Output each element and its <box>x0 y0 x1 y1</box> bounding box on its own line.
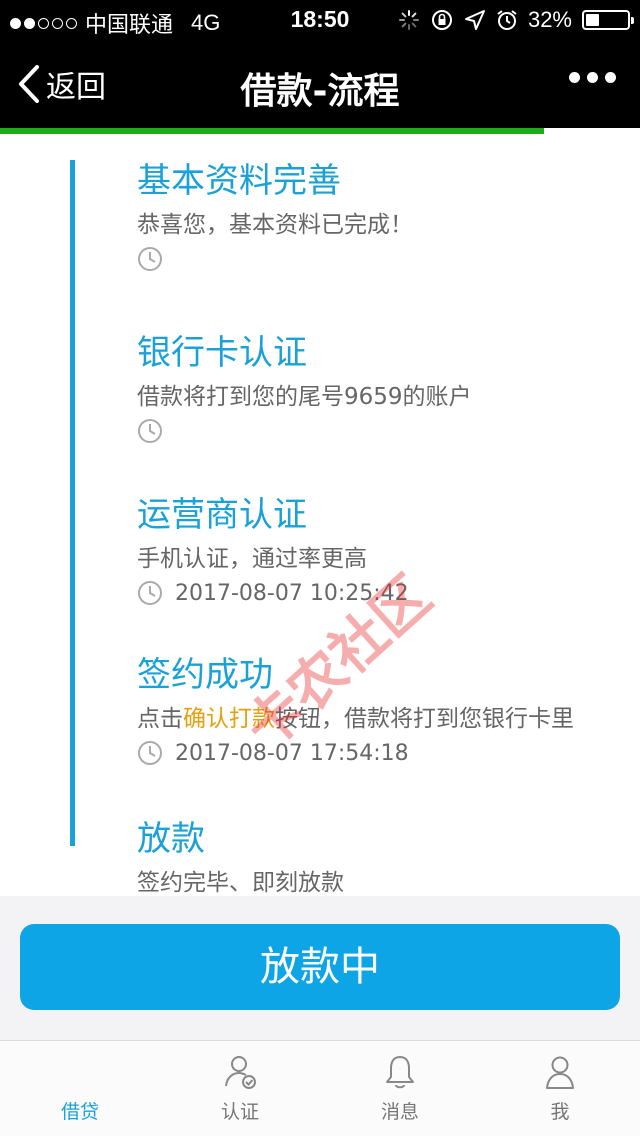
back-button[interactable]: 返回 <box>18 62 106 106</box>
action-area: 放款中 <box>0 896 640 1040</box>
verify-user-icon <box>225 1056 256 1089</box>
step-signed: 签约成功 点击确认打款按钮，借款将打到您银行卡里 2017-08-07 17:5… <box>137 654 617 768</box>
step-time <box>137 416 617 446</box>
step-title: 签约成功 <box>137 655 273 695</box>
bell-icon <box>386 1056 414 1089</box>
navigation-bar: 返回 借款-流程 <box>0 40 640 128</box>
tab-label: 消息 <box>380 1101 419 1123</box>
confirm-payment-link[interactable]: 确认打款 <box>183 706 275 732</box>
step-disbursement: 放款 签约完毕、即刻放款 <box>137 818 617 896</box>
step-timestamp: 2017-08-07 10:25:42 <box>175 580 409 606</box>
clock-icon <box>138 581 162 605</box>
step-description: 借款将打到您的尾号9659的账户 <box>137 384 472 410</box>
back-label: 返回 <box>46 70 106 105</box>
battery-percent: 32% <box>527 7 572 32</box>
timeline-line <box>70 160 75 846</box>
more-dot-icon <box>605 72 616 83</box>
clock-icon <box>138 247 162 271</box>
step-bank-card: 银行卡认证 借款将打到您的尾号9659的账户 <box>137 332 617 446</box>
tab-bar: 借贷 认证 消息 我 <box>0 1040 640 1136</box>
step-timestamp: 2017-08-07 17:54:18 <box>175 740 409 766</box>
battery-icon <box>582 10 634 30</box>
loan-process-timeline[interactable]: 基本资料完善 恭喜您，基本资料已完成！ 银行卡认证 借款将打到您的尾号9659的… <box>0 134 640 896</box>
more-dot-icon <box>569 72 580 83</box>
tab-label: 认证 <box>220 1101 259 1123</box>
step-time: 2017-08-07 17:54:18 <box>137 738 617 768</box>
clock-icon <box>138 741 162 765</box>
status-bar: 中国联通 4G 18:50 32% <box>0 0 640 40</box>
step-time <box>137 244 617 274</box>
step-description: 手机认证，通过率更高 <box>137 546 367 572</box>
step-title: 银行卡认证 <box>137 333 307 373</box>
tab-label: 借贷 <box>60 1101 99 1123</box>
desc-suffix: 按钮，借款将打到您银行卡里 <box>275 706 574 732</box>
status-right: 32% <box>398 7 634 33</box>
loan-icon <box>63 1053 97 1091</box>
disbursing-button[interactable]: 放款中 <box>20 924 620 1010</box>
step-basic-info: 基本资料完善 恭喜您，基本资料已完成！ <box>137 160 617 274</box>
loading-spinner-icon <box>398 10 419 30</box>
tab-label: 我 <box>550 1101 570 1123</box>
step-description: 恭喜您，基本资料已完成！ <box>137 212 413 238</box>
desc-prefix: 点击 <box>137 706 183 732</box>
tab-loan[interactable]: 借贷 <box>0 1041 160 1136</box>
step-title: 基本资料完善 <box>137 161 341 201</box>
rotation-lock-icon <box>431 10 452 30</box>
person-icon <box>546 1056 574 1089</box>
step-description: 签约完毕、即刻放款 <box>137 870 344 896</box>
more-dot-icon <box>587 72 598 83</box>
location-arrow-icon <box>464 10 485 30</box>
more-options-button[interactable] <box>569 72 616 83</box>
step-time: 2017-08-07 10:25:42 <box>137 578 617 608</box>
battery-level <box>586 14 599 26</box>
alarm-clock-icon <box>497 10 517 30</box>
tab-messages[interactable]: 消息 <box>320 1041 480 1136</box>
clock-icon <box>138 419 162 443</box>
step-description: 点击确认打款按钮，借款将打到您银行卡里 <box>137 700 617 738</box>
step-title: 运营商认证 <box>137 495 307 535</box>
chevron-left-icon <box>19 65 39 103</box>
step-title: 放款 <box>137 819 205 859</box>
tab-verify[interactable]: 认证 <box>160 1041 320 1136</box>
step-carrier: 运营商认证 手机认证，通过率更高 2017-08-07 10:25:42 <box>137 494 617 608</box>
tab-me[interactable]: 我 <box>480 1041 640 1136</box>
